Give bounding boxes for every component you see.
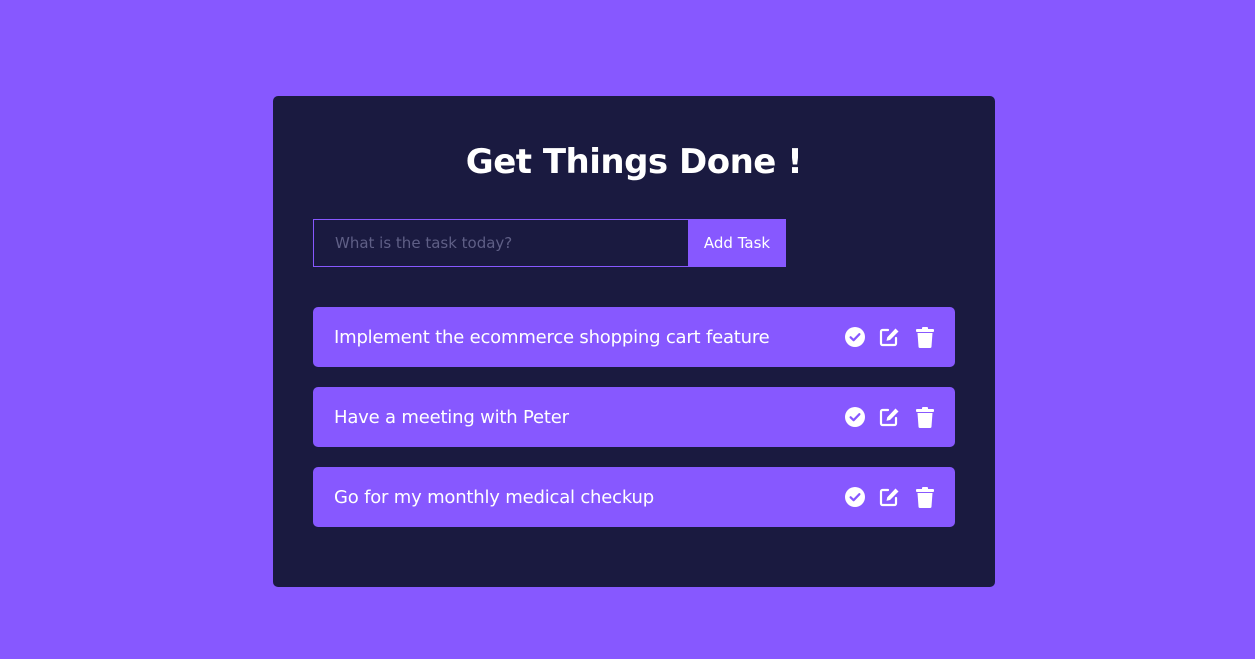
todo-actions (843, 406, 936, 429)
edit-icon[interactable] (878, 406, 901, 429)
todo-item: Have a meeting with Peter (313, 387, 955, 447)
todo-list: Implement the ecommerce shopping cart fe… (313, 307, 955, 547)
todo-text[interactable]: Go for my monthly medical checkup (334, 487, 654, 508)
edit-icon[interactable] (878, 486, 901, 509)
add-task-button[interactable]: Add Task (688, 219, 786, 267)
trash-icon[interactable] (913, 486, 936, 509)
trash-icon[interactable] (913, 406, 936, 429)
todo-text[interactable]: Implement the ecommerce shopping cart fe… (334, 327, 770, 348)
todo-card: Get Things Done ! Add Task Implement the… (273, 96, 995, 587)
todo-item: Implement the ecommerce shopping cart fe… (313, 307, 955, 367)
todo-item: Go for my monthly medical checkup (313, 467, 955, 527)
trash-icon[interactable] (913, 326, 936, 349)
edit-icon[interactable] (878, 326, 901, 349)
task-form: Add Task (313, 219, 786, 267)
task-input[interactable] (313, 219, 688, 267)
check-circle-icon[interactable] (843, 326, 866, 349)
check-circle-icon[interactable] (843, 406, 866, 429)
todo-actions (843, 486, 936, 509)
check-circle-icon[interactable] (843, 486, 866, 509)
todo-text[interactable]: Have a meeting with Peter (334, 407, 569, 428)
todo-actions (843, 326, 936, 349)
page-title: Get Things Done ! (465, 142, 803, 182)
